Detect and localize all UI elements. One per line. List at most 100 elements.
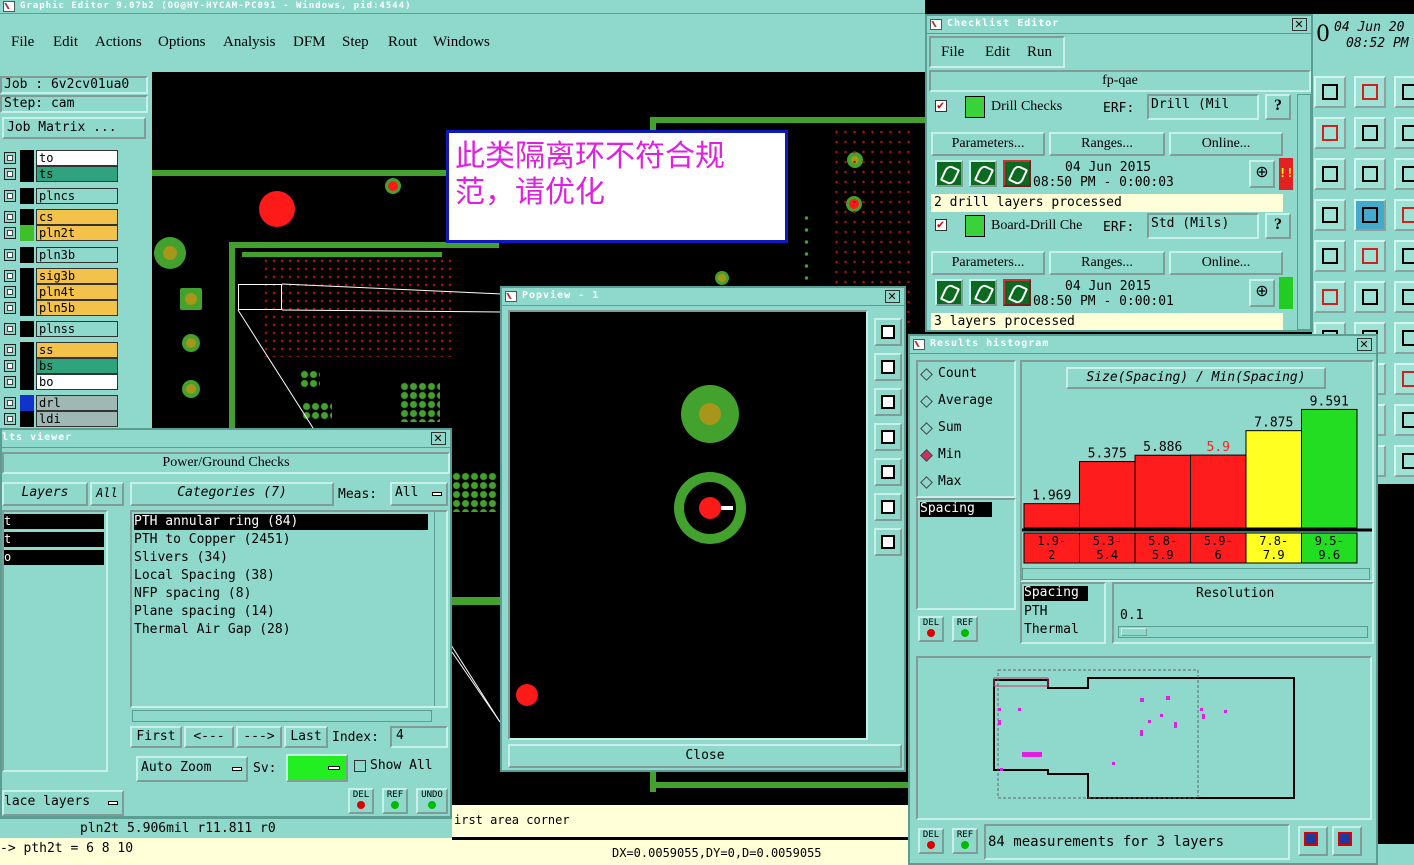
ref-button[interactable]: REF xyxy=(952,828,978,854)
export-button[interactable] xyxy=(1298,826,1328,856)
stat-option-count[interactable]: Count xyxy=(920,366,1010,384)
layer-row[interactable]: bo xyxy=(0,374,148,390)
toolbar-tool-icon[interactable] xyxy=(1354,199,1386,231)
menu-step[interactable]: Step xyxy=(342,34,369,51)
layer-color-swatch[interactable] xyxy=(20,268,34,284)
run-check-icon[interactable] xyxy=(1003,279,1031,306)
job-matrix-button[interactable]: Job Matrix ... xyxy=(2,117,146,139)
toolbar-tool-icon[interactable] xyxy=(1354,240,1386,272)
run-check-icon[interactable] xyxy=(935,160,963,187)
popview-canvas[interactable] xyxy=(508,310,868,740)
menu-run[interactable]: Run xyxy=(1027,44,1052,61)
toolbar-tool-icon[interactable] xyxy=(1354,76,1386,108)
list-item[interactable]: t xyxy=(4,532,104,547)
menu-options[interactable]: Options xyxy=(158,34,206,51)
layer-row[interactable]: pln4t xyxy=(0,284,148,300)
layer-row[interactable]: ts xyxy=(0,166,148,182)
menu-rout[interactable]: Rout xyxy=(388,34,417,51)
layer-checkbox[interactable] xyxy=(4,190,16,202)
layer-row[interactable]: cs xyxy=(0,209,148,225)
view-tool-icon[interactable] xyxy=(874,353,902,381)
stat-option-min[interactable]: Min xyxy=(920,447,1010,465)
horizontal-scrollbar[interactable] xyxy=(1022,568,1370,580)
toolbar-tool-icon[interactable] xyxy=(1314,281,1346,313)
del-button[interactable]: DEL xyxy=(918,828,944,854)
toolbar-tool-icon[interactable] xyxy=(1394,404,1414,436)
check-name[interactable]: Board-Drill Che xyxy=(991,218,1082,234)
layer-row[interactable]: ss xyxy=(0,342,148,358)
list-item[interactable]: o xyxy=(4,550,104,565)
toolbar-tool-icon[interactable] xyxy=(1314,76,1346,108)
popview-close-button[interactable]: Close xyxy=(508,744,902,768)
toolbar-tool-icon[interactable] xyxy=(1394,158,1414,190)
layer-name[interactable]: sig3b xyxy=(36,268,118,284)
toolbar-tool-icon[interactable] xyxy=(1394,322,1414,354)
toolbar-tool-icon[interactable] xyxy=(1314,199,1346,231)
menu-edit[interactable]: Edit xyxy=(985,44,1010,61)
toolbar-tool-icon[interactable] xyxy=(1354,117,1386,149)
layer-color-swatch[interactable] xyxy=(20,247,34,263)
view-tool-icon[interactable] xyxy=(874,458,902,486)
toolbar-tool-icon[interactable] xyxy=(1394,117,1414,149)
layer-color-swatch[interactable] xyxy=(20,300,34,316)
layer-checkbox[interactable] xyxy=(4,227,16,239)
toolbar-tool-icon[interactable] xyxy=(1354,281,1386,313)
layer-checkbox[interactable] xyxy=(4,323,16,335)
run-check-icon[interactable] xyxy=(935,279,963,306)
layer-row[interactable]: pln3b xyxy=(0,247,148,263)
layer-checkbox[interactable] xyxy=(4,168,16,180)
category-item[interactable]: Local Spacing (38) xyxy=(134,568,275,583)
scrollbar[interactable] xyxy=(1297,94,1311,330)
online-button[interactable]: Online... xyxy=(1169,251,1283,275)
sv-color-select[interactable] xyxy=(286,754,348,782)
menu-edit[interactable]: Edit xyxy=(53,34,78,51)
show-all-checkbox[interactable] xyxy=(354,760,366,772)
layer-name[interactable]: pln3b xyxy=(36,247,118,263)
list-item[interactable]: PTH xyxy=(1024,604,1047,619)
category-item[interactable]: NFP spacing (8) xyxy=(134,586,251,601)
index-input[interactable]: 4 xyxy=(390,726,448,748)
layer-color-swatch[interactable] xyxy=(20,358,34,374)
layer-checkbox[interactable] xyxy=(4,249,16,261)
last-button[interactable]: Last xyxy=(284,726,328,748)
prev-button[interactable]: <--- xyxy=(184,726,234,748)
first-button[interactable]: First xyxy=(130,726,182,748)
category-item[interactable]: PTH to Copper (2451) xyxy=(134,532,291,547)
scrollbar[interactable] xyxy=(434,512,446,706)
toolbar-tool-icon[interactable] xyxy=(1394,76,1414,108)
stat-option-sum[interactable]: Sum xyxy=(920,420,1010,438)
list-item[interactable]: t xyxy=(4,514,104,529)
menu-dfm[interactable]: DFM xyxy=(293,34,326,51)
layer-checkbox[interactable] xyxy=(4,152,16,164)
layer-row[interactable]: sig3b xyxy=(0,268,148,284)
layer-color-swatch[interactable] xyxy=(20,284,34,300)
erf-input[interactable]: Drill (Mil xyxy=(1147,94,1259,120)
erf-input[interactable]: Std (Mils) xyxy=(1147,213,1259,239)
auto-zoom-select[interactable]: Auto Zoom xyxy=(136,756,248,782)
place-layers-select[interactable]: lace layers xyxy=(2,790,124,816)
ranges-button[interactable]: Ranges... xyxy=(1049,251,1165,275)
layer-row[interactable]: bs xyxy=(0,358,148,374)
menu-file[interactable]: File xyxy=(941,44,964,61)
all-tab[interactable]: All xyxy=(90,482,124,506)
view-tool-icon[interactable] xyxy=(874,388,902,416)
check-enable-checkbox[interactable]: ✔ xyxy=(935,217,947,231)
layer-name[interactable]: pln4t xyxy=(36,284,118,300)
layer-name[interactable]: ldi xyxy=(36,411,118,427)
layer-color-swatch[interactable] xyxy=(20,411,34,427)
run-check-icon[interactable] xyxy=(969,279,997,306)
close-icon[interactable]: ✕ xyxy=(1357,338,1372,351)
layer-checkbox[interactable] xyxy=(4,413,16,425)
toolbar-tool-icon[interactable] xyxy=(1314,240,1346,272)
layer-checkbox[interactable] xyxy=(4,376,16,388)
layer-color-swatch[interactable] xyxy=(20,209,34,225)
menu-actions[interactable]: Actions xyxy=(95,34,142,51)
meas-select[interactable]: All xyxy=(390,482,448,506)
close-icon[interactable]: ✕ xyxy=(885,290,900,303)
menu-windows[interactable]: Windows xyxy=(433,34,490,51)
layer-checkbox[interactable] xyxy=(4,211,16,223)
stat-option-average[interactable]: Average xyxy=(920,393,1010,411)
layer-name[interactable]: pln5b xyxy=(36,300,118,316)
layer-name[interactable]: plncs xyxy=(36,188,118,204)
toolbar-tool-icon[interactable] xyxy=(1394,363,1414,395)
